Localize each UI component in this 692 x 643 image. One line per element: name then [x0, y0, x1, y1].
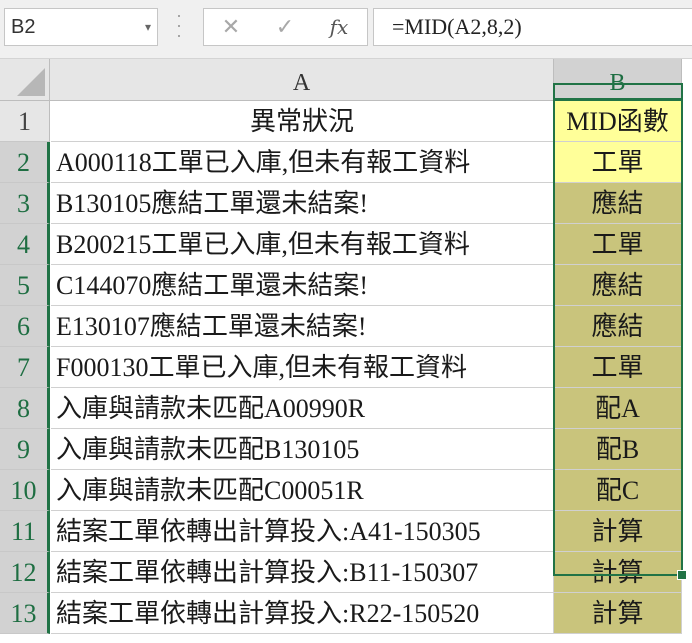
formula-buttons: ✕ ✓ fx	[203, 8, 368, 46]
cell-b[interactable]: 計算	[554, 552, 682, 593]
formula-input[interactable]: =MID(A2,8,2)	[373, 8, 692, 46]
cancel-icon[interactable]: ✕	[206, 9, 256, 45]
cell-b[interactable]: 應結	[554, 183, 682, 224]
active-cell-b[interactable]: 工單	[554, 142, 682, 183]
row-header[interactable]: 3	[0, 183, 50, 224]
cell-a[interactable]: 入庫與請款未匹配A00990R	[51, 388, 554, 429]
insert-function-icon[interactable]: fx	[314, 9, 364, 45]
select-all-triangle-icon	[17, 68, 45, 96]
cell-a[interactable]: C144070應結工單還未結案!	[51, 265, 554, 306]
row-header[interactable]: 5	[0, 265, 50, 306]
cell-a[interactable]: A000118工單已入庫,但未有報工資料	[51, 142, 554, 183]
cell-a[interactable]: F000130工單已入庫,但未有報工資料	[51, 347, 554, 388]
cell-b[interactable]: 計算	[554, 593, 682, 634]
cell-b[interactable]: 配A	[554, 388, 682, 429]
row-header[interactable]: 10	[0, 470, 50, 511]
select-all-button[interactable]	[0, 59, 50, 101]
cell-a[interactable]: 入庫與請款未匹配B130105	[51, 429, 554, 470]
cell-b[interactable]: 應結	[554, 265, 682, 306]
enter-icon[interactable]: ✓	[260, 9, 310, 45]
chevron-down-icon[interactable]: ▾	[145, 9, 151, 45]
column-header-a[interactable]: A	[50, 59, 554, 101]
name-box-value: B2	[11, 16, 36, 38]
header-cell-b[interactable]: MID函數	[554, 101, 682, 142]
header-cell-a[interactable]: 異常狀況	[51, 101, 554, 142]
row-header[interactable]: 12	[0, 552, 50, 593]
column-header-b[interactable]: B	[554, 59, 682, 101]
cell-a[interactable]: 結案工單依轉出計算投入:R22-150520	[51, 593, 554, 634]
cell-a[interactable]: 結案工單依轉出計算投入:A41-150305	[51, 511, 554, 552]
cell-a[interactable]: E130107應結工單還未結案!	[51, 306, 554, 347]
row-header[interactable]: 13	[0, 593, 50, 634]
row-header[interactable]: 7	[0, 347, 50, 388]
row-header[interactable]: 8	[0, 388, 50, 429]
name-box[interactable]: B2 ▾	[4, 8, 158, 46]
cell-b[interactable]: 配C	[554, 470, 682, 511]
cell-a[interactable]: 入庫與請款未匹配C00051R	[51, 470, 554, 511]
row-header[interactable]: 2	[0, 142, 50, 183]
fill-handle[interactable]	[677, 570, 687, 580]
row-header[interactable]: 1	[0, 101, 50, 142]
row-header[interactable]: 11	[0, 511, 50, 552]
formula-bar: B2 ▾ · · · ✕ ✓ fx =MID(A2,8,2)	[0, 0, 692, 59]
cell-a[interactable]: 結案工單依轉出計算投入:B11-150307	[51, 552, 554, 593]
row-header[interactable]: 9	[0, 429, 50, 470]
row-header[interactable]: 6	[0, 306, 50, 347]
cell-b[interactable]: 計算	[554, 511, 682, 552]
cell-a[interactable]: B130105應結工單還未結案!	[51, 183, 554, 224]
cell-b[interactable]: 工單	[554, 347, 682, 388]
cell-b[interactable]: 應結	[554, 306, 682, 347]
drag-handle-icon[interactable]: · · ·	[172, 6, 186, 44]
row-header[interactable]: 4	[0, 224, 50, 265]
cell-b[interactable]: 配B	[554, 429, 682, 470]
cell-a[interactable]: B200215工單已入庫,但未有報工資料	[51, 224, 554, 265]
cell-b[interactable]: 工單	[554, 224, 682, 265]
